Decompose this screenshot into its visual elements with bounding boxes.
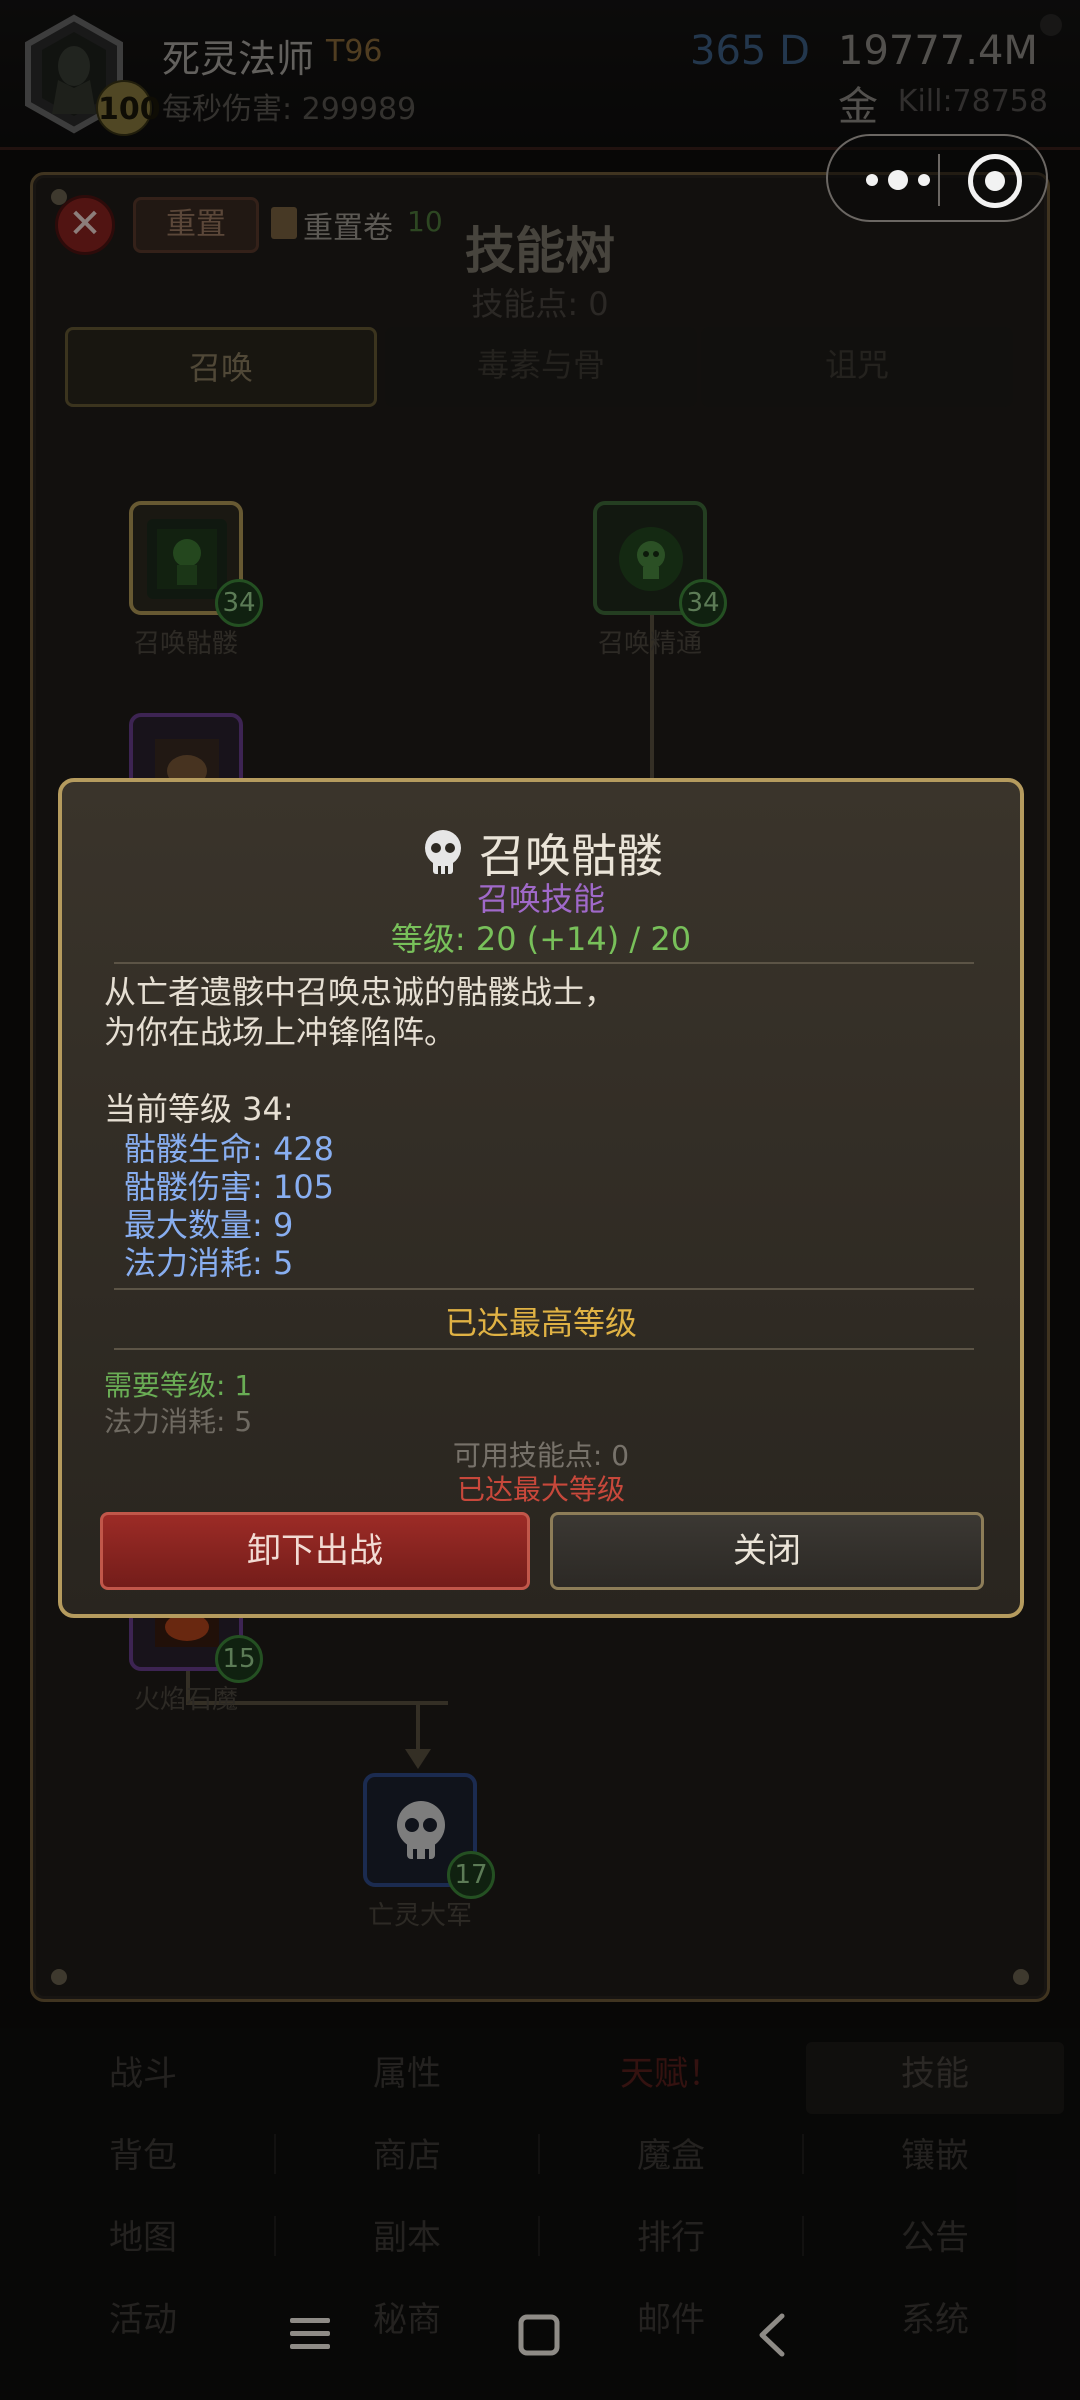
- character-tier: T96: [326, 34, 383, 69]
- menu-map[interactable]: 地图: [12, 2198, 274, 2278]
- menu-announcement[interactable]: 公告: [804, 2198, 1066, 2278]
- menu-events[interactable]: 活动: [12, 2280, 274, 2360]
- kill-counter: Kill:78758: [897, 84, 1048, 119]
- status-bar: 100 死灵法师 T96 每秒伤害: 299989 365 D 19777.4M…: [0, 0, 1080, 150]
- skill-detail-dialog: 召唤骷髅 召唤技能 等级: 20 (+14) / 20 从亡者遗骸中召唤忠诚的骷…: [58, 778, 1024, 1618]
- miniprogram-capsule: [826, 134, 1048, 222]
- capsule-divider: [938, 154, 940, 206]
- skill-level-badge: 15: [215, 1635, 263, 1683]
- skill-node-label: 召唤骷髅: [133, 629, 238, 659]
- menu-attributes[interactable]: 属性: [276, 2034, 538, 2114]
- home-square-icon[interactable]: [518, 2314, 560, 2356]
- skill-description: 从亡者遗骸中召唤忠诚的骷髅战士， 为你在战场上冲锋陷阵。: [104, 972, 616, 1052]
- skill-node-label: 火焰石魔: [133, 1685, 238, 1715]
- exit-target-icon[interactable]: [968, 154, 1022, 208]
- menu-battle[interactable]: 战斗: [12, 2034, 274, 2114]
- menu-inlay[interactable]: 镶嵌: [804, 2116, 1066, 2196]
- menu-divider: [538, 2216, 540, 2256]
- description-line: 为你在战场上冲锋陷阵。: [104, 1013, 457, 1051]
- skill-node-label: 召唤精通: [597, 629, 702, 659]
- arrow-down-icon: [405, 1749, 431, 1769]
- back-chevron-icon[interactable]: [754, 2312, 788, 2358]
- menu-shop[interactable]: 商店: [276, 2116, 538, 2196]
- maxed-notice: 已达最高等级: [444, 1304, 637, 1342]
- rivet-icon: [1013, 1969, 1029, 1985]
- required-level: 需要等级: 1: [104, 1369, 253, 1402]
- skull-sigil-icon: [611, 519, 691, 599]
- divider: [114, 1288, 974, 1290]
- menu-ranking[interactable]: 排行: [540, 2198, 802, 2278]
- rivet-icon: [51, 1969, 67, 1985]
- tab-summon[interactable]: 召唤: [65, 327, 377, 407]
- menu-bag[interactable]: 背包: [12, 2116, 274, 2196]
- skeleton-icon: [147, 519, 227, 599]
- tab-curse[interactable]: 诅咒: [701, 327, 1013, 407]
- skill-level-badge: 17: [447, 1851, 495, 1899]
- menu-icon[interactable]: [288, 2314, 332, 2354]
- menu-system[interactable]: 系统: [804, 2280, 1066, 2360]
- more-dots-icon[interactable]: [856, 158, 940, 202]
- stat-mana-cost: 法力消耗: 5: [124, 1244, 294, 1282]
- menu-dungeon[interactable]: 副本: [276, 2198, 538, 2278]
- menu-divider: [802, 2216, 804, 2256]
- skill-level-badge: 34: [679, 579, 727, 627]
- skill-level-badge: 34: [215, 579, 263, 627]
- skull-icon: [425, 830, 461, 874]
- menu-divider: [274, 2134, 276, 2174]
- max-level-notice: 已达最大等级: [456, 1473, 625, 1506]
- menu-skills[interactable]: 技能: [804, 2034, 1066, 2114]
- skill-level: 等级: 20 (+14) / 20: [390, 920, 692, 958]
- menu-talent[interactable]: 天赋！: [540, 2034, 802, 2114]
- avatar-level-badge: 100: [96, 80, 161, 136]
- days-counter: 365 D: [690, 28, 810, 74]
- character-name: 死灵法师: [162, 37, 315, 81]
- menu-divider: [538, 2134, 540, 2174]
- description-line: 从亡者遗骸中召唤忠诚的骷髅战士，: [104, 973, 617, 1011]
- skill-points-readout: 技能点: 0: [471, 285, 609, 323]
- divider: [114, 962, 974, 964]
- menu-magic-box[interactable]: 魔盒: [540, 2116, 802, 2196]
- dps-readout: 每秒伤害: 299989: [162, 92, 417, 127]
- divider: [114, 1348, 974, 1350]
- close-dialog-button[interactable]: 关闭: [550, 1512, 984, 1590]
- menu-divider: [274, 2216, 276, 2256]
- unequip-button[interactable]: 卸下出战: [100, 1512, 530, 1590]
- corner-dot-icon: [1040, 14, 1062, 36]
- skill-node-label: 亡灵大军: [367, 1901, 472, 1931]
- menu-divider: [802, 2134, 804, 2174]
- tab-poison-bone[interactable]: 毒素与骨: [385, 327, 697, 407]
- skull-icon: [381, 1791, 461, 1871]
